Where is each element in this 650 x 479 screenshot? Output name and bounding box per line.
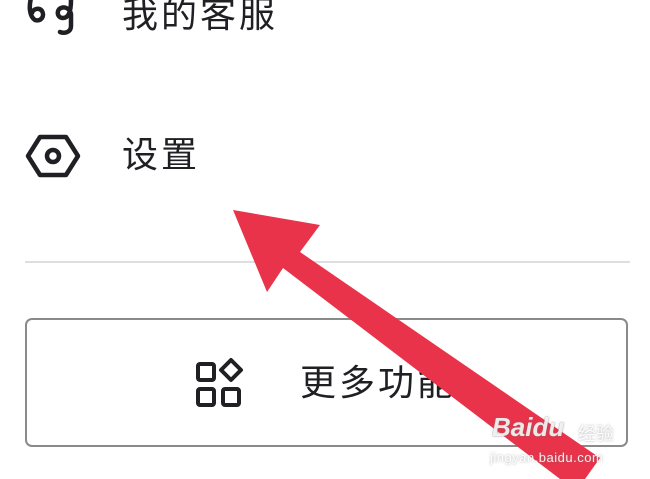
more-features-button[interactable]: 更多功能 — [25, 318, 628, 447]
menu-item-label: 设置 — [122, 135, 201, 176]
customer-service-icon — [25, 0, 81, 36]
apps-grid-icon — [195, 358, 249, 414]
menu-item-customer-service[interactable]: 我的客服 — [0, 0, 650, 46]
more-features-label: 更多功能 — [300, 363, 457, 404]
menu-item-settings[interactable]: 设置 — [0, 128, 650, 184]
settings-hexagon-icon — [25, 134, 81, 178]
menu-item-label: 我的客服 — [122, 0, 279, 36]
section-divider — [25, 261, 630, 263]
watermark-url: jingyan.baidu.com — [490, 450, 604, 465]
